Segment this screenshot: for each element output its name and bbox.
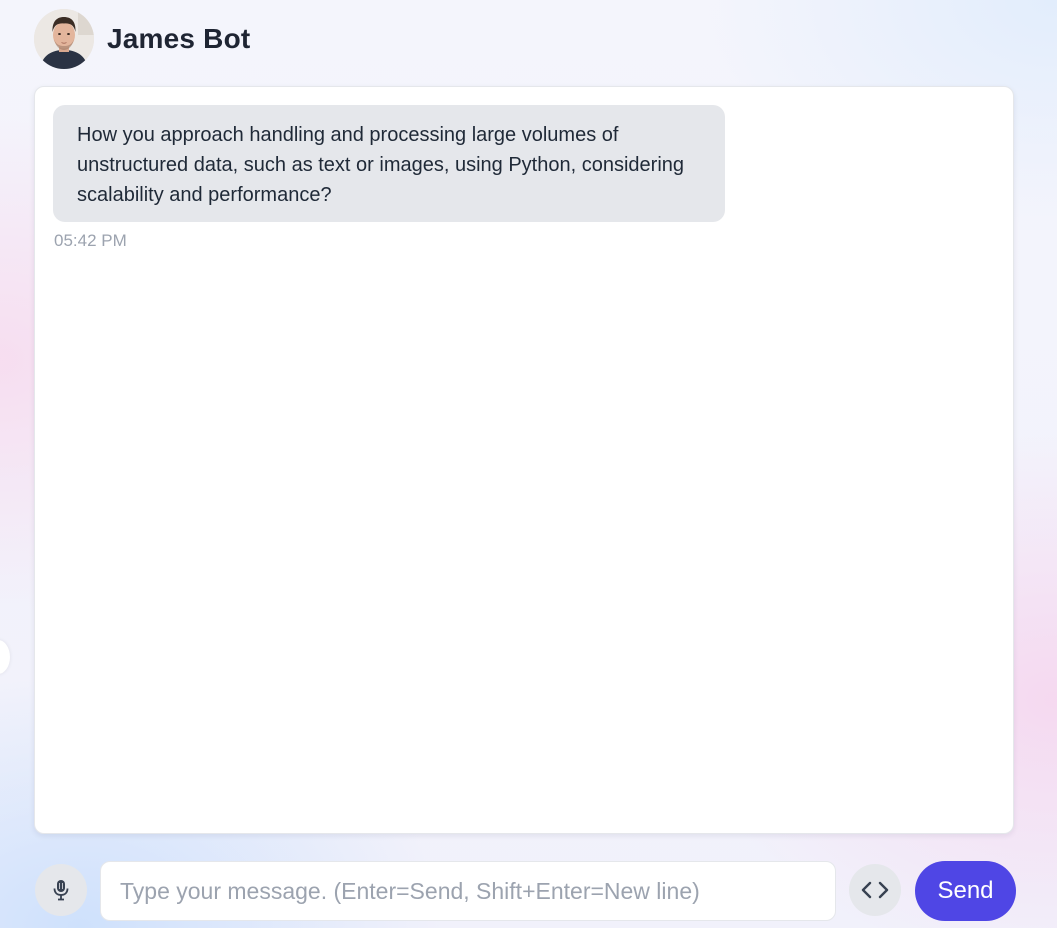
send-button[interactable]: Send xyxy=(915,861,1016,921)
message-timestamp: 05:42 PM xyxy=(54,231,127,250)
microphone-button[interactable] xyxy=(35,864,87,916)
code-toggle-button[interactable] xyxy=(849,864,901,916)
microphone-icon xyxy=(53,880,69,901)
bot-avatar xyxy=(34,9,94,69)
chat-header: James Bot xyxy=(34,9,250,69)
avatar-photo-icon xyxy=(34,9,94,69)
bot-name: James Bot xyxy=(107,23,251,54)
message-bubble: How you approach handling and processing… xyxy=(53,105,725,222)
side-panel-handle[interactable] xyxy=(0,640,10,674)
message-item: How you approach handling and processing… xyxy=(53,105,725,251)
code-brackets-icon xyxy=(861,881,889,899)
message-input[interactable] xyxy=(100,861,836,921)
chat-messages-panel[interactable]: How you approach handling and processing… xyxy=(34,86,1014,834)
